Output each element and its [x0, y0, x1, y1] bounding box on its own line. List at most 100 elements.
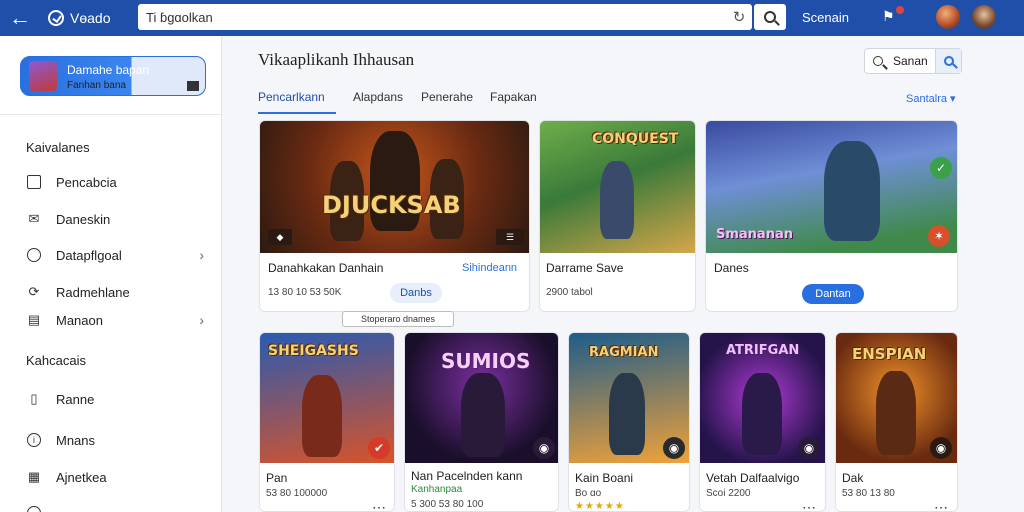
- publisher-icon: ◉: [798, 437, 820, 459]
- game-meta: 53 80 100000: [266, 488, 328, 499]
- hero-figure: [600, 161, 634, 239]
- notification-icon[interactable]: ⚑: [882, 6, 904, 26]
- game-card-4[interactable]: ATRIFGAN ◉ Vetah Dalfaalvigo Scoi 2200 ⋯: [699, 332, 826, 512]
- tab-3[interactable]: Penerahe: [421, 90, 473, 104]
- game-logo-text: CONQUEST: [592, 131, 679, 147]
- refresh-icon: ⟳: [28, 284, 40, 299]
- game-meta: 5 300 53 80 100: [411, 499, 484, 510]
- hero-figure: [824, 141, 880, 241]
- search-icon: [943, 56, 954, 66]
- list-icon: ▤: [27, 312, 41, 327]
- age-rating-icon: ◆: [268, 229, 292, 245]
- sidebar-item-9[interactable]: [26, 502, 210, 512]
- page-title: Vikaaplikanh Ihhausan: [258, 50, 415, 69]
- sidebar-item-label: Ajnetkea: [56, 469, 107, 485]
- tooltip-chip: Stoperaro dnames: [342, 311, 454, 327]
- game-subtitle: Kanhanpaa: [411, 484, 463, 495]
- info-icon: i: [26, 432, 42, 448]
- game-title: Kain Boani: [575, 471, 634, 485]
- search-icon: [764, 11, 776, 23]
- game-card-2[interactable]: SUMIOS ◉ Nan Pacelnden kann Kanhanpaa 5 …: [404, 332, 559, 512]
- publisher-icon: ☰: [496, 229, 524, 245]
- sidebar-item-4[interactable]: ⟳ Radmehlane: [26, 281, 210, 303]
- app-name: Vɵado: [70, 10, 111, 26]
- profile-card[interactable]: Damahe bapan Fanhan bana: [20, 56, 206, 96]
- app-logo[interactable]: Vɵado: [48, 10, 110, 26]
- featured-card-1[interactable]: DJUCKSAB ◆ ☰ Danahkakan Danhain Sihindea…: [259, 120, 530, 312]
- avatar[interactable]: [936, 5, 960, 29]
- game-logo-text: DJUCKSAB: [322, 191, 461, 219]
- game-logo-text: Smananan: [716, 227, 793, 242]
- sidebar-item-1[interactable]: Pencabcia: [26, 171, 210, 193]
- brand-icon: ✶: [928, 225, 950, 247]
- search-button[interactable]: [754, 4, 786, 30]
- tab-1[interactable]: Pencarlkann: [258, 90, 325, 104]
- hero-figure: [302, 375, 342, 457]
- logo-check-icon: [48, 10, 64, 26]
- more-icon[interactable]: ⋯: [802, 499, 817, 511]
- chevron-right-icon: ›: [199, 247, 204, 263]
- featured-card-2[interactable]: CONQUEST Darrame Save 2900 tabol: [539, 120, 696, 312]
- notification-badge: [896, 6, 904, 14]
- game-meta: Scoi 2200: [706, 488, 751, 499]
- game-title: Pan: [266, 471, 288, 485]
- game-art: DJUCKSAB ◆ ☰: [260, 121, 529, 253]
- document-icon: ▯: [30, 391, 38, 406]
- game-art: RAGMIAN ◉: [569, 333, 689, 463]
- search-input[interactable]: Ti ɓgɑolkan: [138, 10, 726, 25]
- sidebar-divider: [0, 114, 221, 115]
- avatar-secondary[interactable]: [972, 5, 996, 29]
- sidebar-item-5[interactable]: ▤ Manaon ›: [26, 309, 210, 331]
- game-card-3[interactable]: RAGMIAN ◉ Kain Boani Bo ɑo ★★★★★: [568, 332, 690, 512]
- box-icon: [26, 174, 42, 190]
- tab-2[interactable]: Alapdans: [353, 90, 403, 104]
- game-title: Vetah Dalfaalvigo: [706, 471, 800, 485]
- game-art: Smananan ✓ ✶: [706, 121, 957, 253]
- hero-figure: [876, 371, 916, 455]
- main-search-button[interactable]: [935, 49, 961, 73]
- game-logo-text: ENSPIAN: [852, 345, 927, 363]
- more-icon[interactable]: ⋯: [372, 499, 387, 511]
- game-card-1[interactable]: SHEIGASHS ✔ Pan 53 80 100000 ⋯: [259, 332, 395, 512]
- game-card-5[interactable]: ENSPIAN ◉ Dak 53 80 13 80 ⋯: [835, 332, 958, 512]
- install-button[interactable]: Danbs: [390, 283, 442, 303]
- sidebar-item-6[interactable]: ▯ Ranne: [26, 388, 210, 410]
- sort-dropdown[interactable]: Santalra ▾: [906, 92, 956, 105]
- sidebar-item-8[interactable]: ▦ Ajnetkea: [26, 466, 210, 488]
- sidebar-item-3[interactable]: Datapflgoal ›: [26, 244, 210, 266]
- publisher-icon: ◉: [663, 437, 685, 459]
- action-button[interactable]: Dantan: [802, 284, 864, 304]
- top-link[interactable]: Scenain: [802, 10, 849, 25]
- back-arrow-icon[interactable]: ←: [6, 4, 34, 32]
- game-art: CONQUEST: [540, 121, 695, 253]
- game-link[interactable]: Sihindeann: [462, 262, 517, 274]
- hero-figure: [461, 373, 505, 457]
- game-meta: 53 80 13 80: [842, 488, 895, 499]
- game-logo-text: SHEIGASHS: [268, 343, 359, 359]
- game-meta: 2900 tabol: [546, 287, 593, 298]
- verified-icon: ✓: [930, 157, 952, 179]
- game-art: ATRIFGAN ◉: [700, 333, 825, 463]
- tab-4[interactable]: Fapakan: [490, 90, 537, 104]
- game-title: Dak: [842, 471, 864, 485]
- game-title: Danes: [714, 261, 749, 275]
- reload-icon[interactable]: ↻: [726, 8, 752, 26]
- sidebar: Damahe bapan Fanhan bana Kaivalanes Penc…: [0, 36, 222, 512]
- game-logo-text: SUMIOS: [441, 349, 531, 373]
- more-icon[interactable]: ⋯: [934, 499, 949, 511]
- profile-avatar: [29, 61, 57, 91]
- featured-card-3[interactable]: Smananan ✓ ✶ Danes Dantan: [705, 120, 958, 312]
- chevron-right-icon: ›: [199, 312, 204, 328]
- profile-subtitle: Fanhan bana: [67, 80, 126, 91]
- url-search-bar[interactable]: Ti ɓgɑolkan ↻: [138, 4, 752, 30]
- sidebar-item-label: Manaon: [56, 312, 103, 328]
- main-search-text: Sanan: [893, 54, 928, 68]
- sidebar-section-title: Kaivalanes: [26, 140, 90, 155]
- game-title: Darrame Save: [546, 261, 624, 275]
- sidebar-item-7[interactable]: i Mnans: [26, 429, 210, 451]
- main-search[interactable]: Sanan: [864, 48, 962, 74]
- game-logo-text: RAGMIAN: [589, 345, 659, 360]
- sidebar-item-2[interactable]: ✉ Daneskin: [26, 208, 210, 230]
- game-meta: Bo ɑo: [575, 488, 602, 499]
- main-search-label: Sanan: [873, 54, 928, 68]
